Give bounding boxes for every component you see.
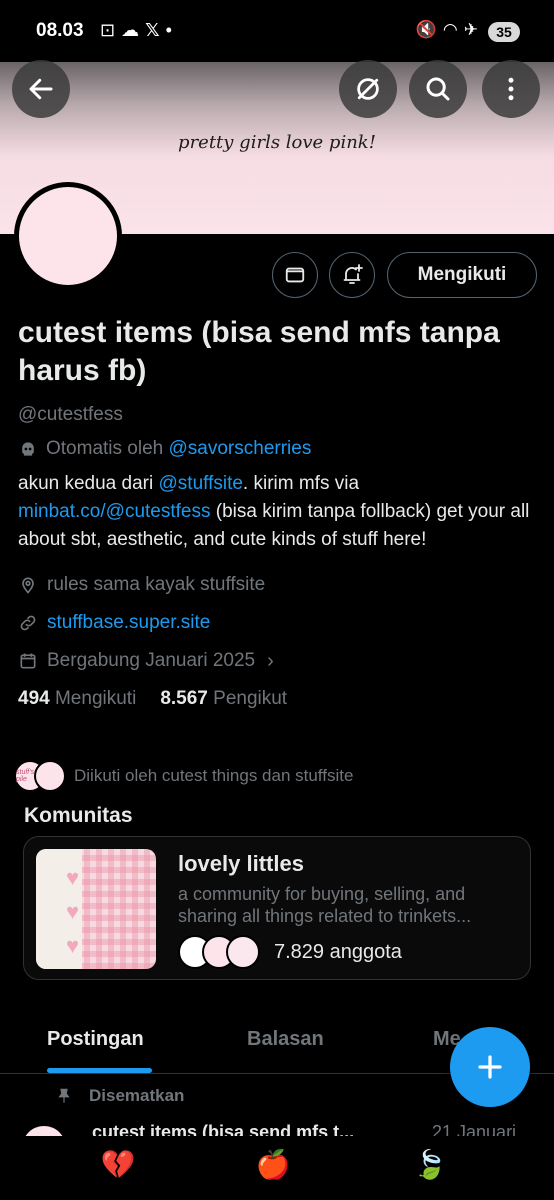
cloud-icon: ☁: [121, 20, 146, 40]
following-count-link[interactable]: 494 Mengikuti: [18, 688, 136, 710]
post-time: 21 Januari: [432, 1122, 517, 1136]
tab-replies[interactable]: Balasan: [247, 1028, 324, 1051]
message-button[interactable]: [272, 252, 318, 298]
airplane-icon: ✈: [463, 20, 484, 39]
community-name: lovely littles: [178, 851, 304, 876]
follow-counts: 494 Mengikuti 8.567 Pengikut: [18, 688, 538, 710]
communities-title: Komunitas: [24, 804, 133, 827]
community-members: 7.829 anggota: [178, 935, 402, 969]
automated-label: Otomatis oleh @savorscherries: [18, 438, 538, 460]
community-card[interactable]: ♥ ♥ ♥ lovely littles a community for buyin…: [23, 836, 531, 980]
profile-name: cutest items (bisa send mfs tanpa harus …: [18, 316, 500, 387]
following-count: 494: [18, 688, 50, 709]
status-time: 08.03: [36, 20, 84, 41]
following-label: Mengikuti: [54, 688, 137, 709]
follower-avatar: [34, 760, 66, 792]
active-tab-indicator: [47, 1068, 152, 1073]
website-row: stuffbase.super.site: [18, 604, 538, 642]
member-avatar: [226, 935, 260, 969]
heart-icons: ♥ ♥ ♥: [66, 865, 80, 958]
screen-record-icon: ⊡: [100, 20, 122, 40]
community-description: a community for buying, selling, and sha…: [178, 884, 472, 926]
community-image: ♥ ♥ ♥: [36, 849, 156, 969]
following-button[interactable]: Mengikuti: [387, 252, 537, 298]
status-bar: 08.03 ⊡☁𝕏• 🔇◠✈ 35: [0, 0, 554, 62]
followers-count: 8.567: [160, 688, 208, 709]
post-avatar: [22, 1126, 66, 1136]
mute-icon: 🔇: [415, 20, 443, 39]
plus-icon: [478, 1055, 502, 1079]
notification-button[interactable]: [329, 252, 375, 298]
search-icon: [426, 77, 450, 101]
more-button[interactable]: [482, 60, 540, 118]
wifi-icon: ◠: [442, 20, 464, 39]
joined-row[interactable]: Bergabung Januari 2025 ›: [18, 642, 538, 680]
pinned-label: Disematkan: [55, 1086, 184, 1106]
followers-label: Pengikut: [213, 688, 288, 709]
profile-handle: @cutestfess: [18, 404, 123, 425]
leaf-icon[interactable]: 🍃: [410, 1148, 450, 1181]
bot-icon: [22, 442, 34, 456]
bell-plus-icon: [343, 264, 363, 284]
location-pin-icon: [22, 577, 34, 594]
x-logo-icon: 𝕏: [145, 20, 166, 40]
followed-by-text: Diikuti oleh cutest things dan stuffsite: [74, 766, 354, 785]
automated-by-link[interactable]: @savorscherries: [169, 438, 312, 460]
website-link[interactable]: stuffbase.super.site: [47, 612, 210, 634]
location-text: rules sama kayak stuffsite: [47, 574, 266, 595]
battery-indicator: 35: [488, 22, 520, 42]
member-count: 7.829 anggota: [274, 940, 402, 963]
bio-text-2: . kirim mfs via: [242, 473, 360, 494]
back-button[interactable]: [12, 60, 70, 118]
link-icon: [20, 615, 36, 631]
hide-button[interactable]: [339, 60, 397, 118]
envelope-icon: [285, 267, 305, 283]
dot-icon: •: [165, 20, 178, 40]
bio-mention-link[interactable]: @stuffsite: [159, 473, 243, 494]
followers-count-link[interactable]: 8.567 Pengikut: [160, 688, 287, 710]
profile-avatar[interactable]: [14, 182, 122, 290]
pin-icon: [58, 1088, 70, 1103]
more-vertical-icon: [508, 77, 514, 101]
automated-prefix: Otomatis oleh: [46, 438, 164, 459]
pinned-text: Disematkan: [89, 1086, 185, 1105]
broken-heart-icon[interactable]: 💔: [98, 1148, 138, 1181]
pinned-post-preview[interactable]: cutest items (bisa send mfs t... 21 Janu…: [0, 1122, 554, 1136]
back-arrow-icon: [29, 78, 53, 100]
compose-button[interactable]: [450, 1027, 530, 1107]
bottom-navigation: 💔 🍎 🍃: [0, 1136, 554, 1200]
calendar-icon: [20, 653, 36, 669]
followed-by-row[interactable]: stuff's pile Diikuti oleh cutest things …: [14, 760, 353, 792]
post-author: cutest items (bisa send mfs t...: [92, 1122, 355, 1136]
status-right-icons: 🔇◠✈: [416, 20, 484, 40]
banner-text: pretty girls love pink!: [178, 132, 376, 153]
bio-url-link[interactable]: minbat.co/@cutestfess: [18, 501, 210, 522]
chevron-right-icon: ›: [267, 649, 274, 672]
eye-slash-icon: [357, 78, 379, 100]
profile-info: cutest items (bisa send mfs tanpa harus …: [18, 314, 538, 710]
bio-text-1: akun kedua dari: [18, 473, 154, 494]
profile-bio: akun kedua dari @stuffsite. kirim mfs vi…: [18, 470, 538, 554]
apple-icon[interactable]: 🍎: [253, 1148, 293, 1181]
tab-posts[interactable]: Postingan: [47, 1028, 144, 1051]
joined-text: Bergabung Januari 2025: [47, 650, 256, 671]
search-button[interactable]: [409, 60, 467, 118]
location-row: rules sama kayak stuffsite: [18, 566, 538, 604]
status-left-icons: ⊡☁𝕏•: [100, 20, 178, 41]
